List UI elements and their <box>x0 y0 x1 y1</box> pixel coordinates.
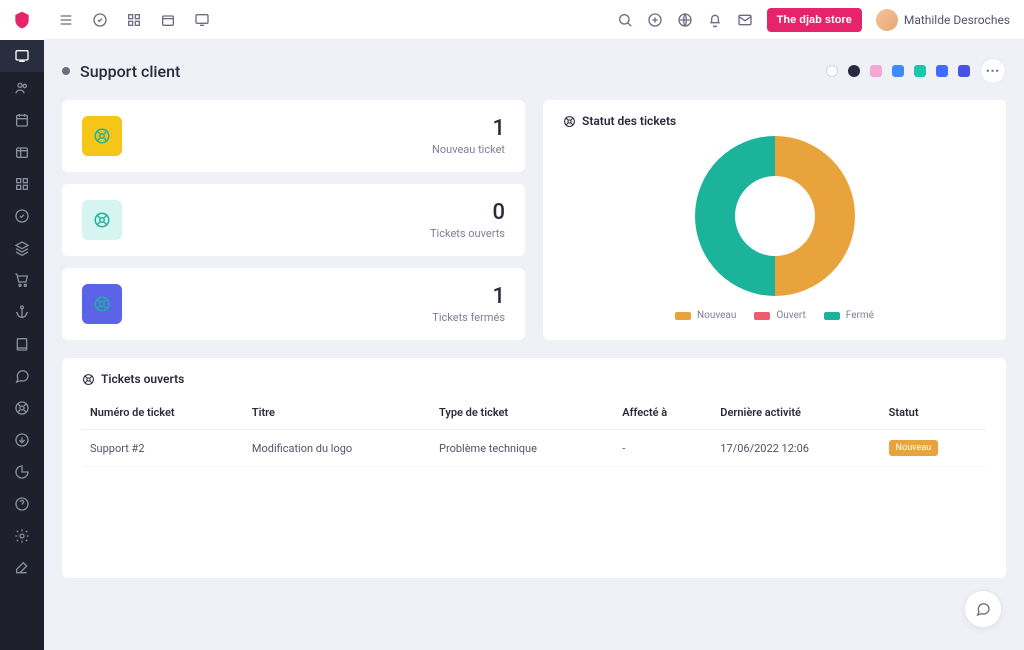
store-button[interactable]: The djab store <box>767 8 862 32</box>
add-icon[interactable] <box>647 12 663 28</box>
grid-icon[interactable] <box>126 12 142 28</box>
stat-label: Tickets fermés <box>432 311 505 324</box>
theme-swatch[interactable] <box>826 65 838 77</box>
nav-edit[interactable] <box>0 552 44 584</box>
table-header: Numéro de ticket <box>82 396 244 430</box>
nav-tasks[interactable] <box>0 200 44 232</box>
donut-chart <box>695 136 855 296</box>
app-logo[interactable] <box>0 0 44 40</box>
globe-icon[interactable] <box>677 12 693 28</box>
page-title: Support client <box>80 62 180 81</box>
nav-export[interactable] <box>0 424 44 456</box>
sidebar <box>0 0 44 650</box>
nav-anchor[interactable] <box>0 296 44 328</box>
stat-card: 1 Tickets fermés <box>62 268 525 340</box>
cell-activity: 17/06/2022 12:06 <box>712 430 880 467</box>
cell-title: Modification du logo <box>244 430 431 467</box>
status-badge: Nouveau <box>889 440 938 456</box>
lifebuoy-icon <box>82 116 122 156</box>
chart-title: Statut des tickets <box>563 114 986 128</box>
nav-support[interactable] <box>0 392 44 424</box>
chart-title-text: Statut des tickets <box>582 114 676 128</box>
monitor-icon[interactable] <box>194 12 210 28</box>
stat-card: 0 Tickets ouverts <box>62 184 525 256</box>
menu-icon[interactable] <box>58 12 74 28</box>
table-title-text: Tickets ouverts <box>101 372 184 386</box>
stat-value: 0 <box>430 200 505 225</box>
nav-cart[interactable] <box>0 264 44 296</box>
table-title: Tickets ouverts <box>82 372 986 386</box>
stat-label: Tickets ouverts <box>430 227 505 240</box>
table-header: Dernière activité <box>712 396 880 430</box>
avatar <box>876 9 898 31</box>
legend-item: Nouveau <box>675 310 736 321</box>
mail-icon[interactable] <box>737 12 753 28</box>
chart-card: Statut des tickets Nouveau Ouvert Fermé <box>543 100 1006 340</box>
legend-swatch <box>754 312 770 320</box>
theme-swatch[interactable] <box>848 65 860 77</box>
legend-swatch <box>675 312 691 320</box>
lifebuoy-icon <box>563 115 576 128</box>
stats-column: 1 Nouveau ticket 0 Tickets ouverts 1 Tickets … <box>62 100 525 340</box>
main-content: Support client ⋯ 1 Nouveau ticket 0 Tickets… <box>44 40 1024 650</box>
legend-item: Fermé <box>824 310 874 321</box>
nav-layers[interactable] <box>0 232 44 264</box>
legend-label: Nouveau <box>697 310 736 321</box>
lifebuoy-icon <box>82 284 122 324</box>
cell-number: Support #2 <box>82 430 244 467</box>
theme-swatch[interactable] <box>892 65 904 77</box>
stat-label: Nouveau ticket <box>432 143 505 156</box>
nav-packages[interactable] <box>0 136 44 168</box>
tickets-table: Numéro de ticketTitreType de ticketAffec… <box>82 396 986 467</box>
cell-type: Problème technique <box>431 430 614 467</box>
status-dot-icon <box>62 67 70 75</box>
table-header: Type de ticket <box>431 396 614 430</box>
chart-legend: Nouveau Ouvert Fermé <box>675 310 874 321</box>
nav-apps[interactable] <box>0 168 44 200</box>
cell-assigned: - <box>614 430 712 467</box>
legend-label: Ouvert <box>776 310 805 321</box>
topbar: The djab store Mathilde Desroches <box>44 0 1024 40</box>
page-header: Support client ⋯ <box>62 58 1006 84</box>
chat-fab[interactable] <box>964 590 1002 628</box>
table-header: Affecté à <box>614 396 712 430</box>
search-icon[interactable] <box>617 12 633 28</box>
stat-value: 1 <box>432 116 505 141</box>
nav-help[interactable] <box>0 488 44 520</box>
nav-chat[interactable] <box>0 360 44 392</box>
user-name: Mathilde Desroches <box>904 13 1010 27</box>
theme-swatch[interactable] <box>870 65 882 77</box>
nav-book[interactable] <box>0 328 44 360</box>
theme-swatches: ⋯ <box>826 58 1006 84</box>
theme-swatch[interactable] <box>936 65 948 77</box>
package-icon[interactable] <box>160 12 176 28</box>
legend-label: Fermé <box>846 310 874 321</box>
lifebuoy-icon <box>82 373 95 386</box>
nav-reports[interactable] <box>0 456 44 488</box>
nav-settings[interactable] <box>0 520 44 552</box>
legend-item: Ouvert <box>754 310 805 321</box>
lifebuoy-icon <box>82 200 122 240</box>
user-menu[interactable]: Mathilde Desroches <box>876 9 1010 31</box>
theme-swatch[interactable] <box>958 65 970 77</box>
table-row[interactable]: Support #2Modification du logoProblème t… <box>82 430 986 467</box>
nav-calendar[interactable] <box>0 104 44 136</box>
theme-swatch[interactable] <box>914 65 926 77</box>
table-header: Titre <box>244 396 431 430</box>
table-header: Statut <box>881 396 986 430</box>
stat-value: 1 <box>432 284 505 309</box>
legend-swatch <box>824 312 840 320</box>
nav-users[interactable] <box>0 72 44 104</box>
check-circle-icon[interactable] <box>92 12 108 28</box>
more-button[interactable]: ⋯ <box>980 58 1006 84</box>
tickets-table-card: Tickets ouverts Numéro de ticketTitreTyp… <box>62 358 1006 578</box>
cell-status: Nouveau <box>881 430 986 467</box>
stat-card: 1 Nouveau ticket <box>62 100 525 172</box>
nav-dashboard[interactable] <box>0 40 44 72</box>
bell-icon[interactable] <box>707 12 723 28</box>
